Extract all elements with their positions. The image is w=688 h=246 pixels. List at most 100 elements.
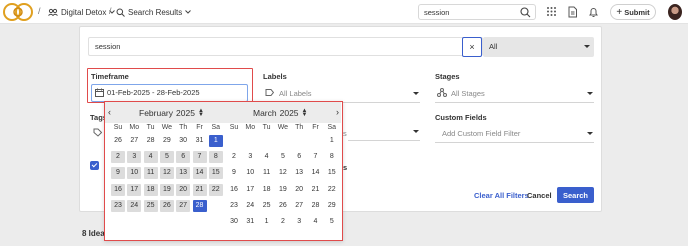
calendar-day[interactable]: 9 <box>111 167 125 180</box>
calendar-day[interactable]: 11 <box>143 167 158 180</box>
calendar-day[interactable]: 25 <box>260 200 274 212</box>
hidden-select[interactable] <box>348 122 420 141</box>
calendar-day[interactable]: 3 <box>127 151 142 164</box>
calendar-day[interactable]: 2 <box>111 151 125 164</box>
calendar-day[interactable]: 24 <box>127 199 142 212</box>
calendar-day[interactable]: 10 <box>243 167 257 179</box>
global-search-input[interactable]: session <box>418 4 536 20</box>
search-button[interactable]: Search <box>557 187 594 203</box>
calendar-day[interactable]: 21 <box>192 183 207 196</box>
calendar-day[interactable]: 7 <box>309 151 323 163</box>
calendar-day[interactable]: 15 <box>325 167 339 179</box>
calendar-day[interactable]: 14 <box>192 167 207 180</box>
calendar-day[interactable]: 2 <box>227 151 241 163</box>
calendar-day[interactable]: 5 <box>159 151 174 164</box>
option-checkbox[interactable] <box>90 161 99 170</box>
calendar-day[interactable]: 11 <box>260 167 274 179</box>
calendar-day[interactable]: 17 <box>127 183 142 196</box>
calendar-day[interactable]: 12 <box>276 167 290 179</box>
calendar-day[interactable]: 12 <box>159 167 174 180</box>
calendar-day[interactable]: 8 <box>325 151 339 163</box>
calendar-day[interactable]: 10 <box>127 167 142 180</box>
calendar-day[interactable]: 4 <box>260 151 274 163</box>
calendar-day[interactable]: 4 <box>309 216 323 228</box>
calendar-day[interactable]: 21 <box>309 184 323 196</box>
calendar-day[interactable]: 27 <box>127 135 141 147</box>
calendar-day[interactable]: 28 <box>309 200 323 212</box>
calendar-day[interactable]: 30 <box>176 135 190 147</box>
calendar-day[interactable]: 26 <box>111 135 125 147</box>
calendar-day[interactable]: 27 <box>176 199 191 212</box>
calendar-day[interactable]: 4 <box>143 151 158 164</box>
calendar-day[interactable]: 15 <box>208 167 223 180</box>
calendar-day[interactable]: 30 <box>227 216 241 228</box>
calendar-day[interactable]: 3 <box>292 216 306 228</box>
calendar-day[interactable]: 22 <box>325 184 339 196</box>
scope-select[interactable]: All <box>483 37 594 57</box>
caret-down-icon <box>413 130 419 133</box>
caret-down-icon <box>584 45 590 48</box>
calendar-day[interactable]: 6 <box>176 151 191 164</box>
query-input[interactable]: session <box>88 37 483 56</box>
calendar-day[interactable]: 31 <box>193 135 207 147</box>
calendar-day[interactable]: 18 <box>143 183 158 196</box>
calendar-day[interactable]: 24 <box>243 200 257 212</box>
breadcrumb-workspace[interactable]: Digital Detox <box>48 5 116 19</box>
calendar-day[interactable]: 19 <box>276 184 290 196</box>
apps-grid-icon[interactable] <box>546 6 557 17</box>
calendar-day[interactable]: 25 <box>143 199 158 212</box>
calendar-day[interactable]: 20 <box>176 183 191 196</box>
stages-select[interactable]: All Stages <box>435 84 594 103</box>
calendar-day[interactable]: 23 <box>111 199 125 212</box>
calendar-day[interactable]: 26 <box>276 200 290 212</box>
calendar-day[interactable]: 1 <box>325 135 339 147</box>
month-title-right[interactable]: March 2025 ▲ ▼ <box>253 108 308 118</box>
calendar-day[interactable]: 1 <box>208 135 223 147</box>
bell-icon[interactable] <box>588 6 599 18</box>
breadcrumb-page[interactable]: Search Results <box>116 5 192 19</box>
calendar-day[interactable]: 23 <box>227 200 241 212</box>
clear-query-button[interactable]: × <box>462 37 482 57</box>
calendar-day[interactable]: 26 <box>159 199 174 212</box>
calendar-day[interactable]: 31 <box>243 216 257 228</box>
month-title-left[interactable]: February 2025 ▲ ▼ <box>139 108 204 118</box>
timeframe-input[interactable]: 01-Feb-2025 - 28-Feb-2025 <box>91 84 248 102</box>
calendar-day[interactable]: 16 <box>111 183 125 196</box>
year-spinner-icon[interactable]: ▲ ▼ <box>302 108 308 118</box>
calendar-day[interactable]: 17 <box>243 184 257 196</box>
calendar-day[interactable]: 5 <box>325 216 339 228</box>
submit-button[interactable]: + Submit <box>610 4 656 20</box>
calendar-day[interactable]: 14 <box>309 167 323 179</box>
cancel-button[interactable]: Cancel <box>527 191 552 200</box>
calendar-day[interactable]: 13 <box>292 167 306 179</box>
calendar-day[interactable]: 1 <box>260 216 274 228</box>
calendar-day[interactable]: 29 <box>160 135 174 147</box>
prev-month-button[interactable]: ‹ <box>108 107 111 117</box>
next-month-button[interactable]: › <box>336 107 339 117</box>
app-logo[interactable] <box>2 2 34 22</box>
document-icon[interactable] <box>567 6 578 18</box>
clear-all-filters-link[interactable]: Clear All Filters <box>474 191 529 200</box>
year-spinner-icon[interactable]: ▲ ▼ <box>198 108 204 118</box>
hidden-field-text: s <box>343 129 347 138</box>
calendar-day[interactable]: 13 <box>176 167 191 180</box>
calendar-day[interactable]: 22 <box>208 183 223 196</box>
calendar-day[interactable]: 5 <box>276 151 290 163</box>
calendar-day[interactable]: 6 <box>292 151 306 163</box>
calendar-day[interactable]: 28 <box>192 199 207 212</box>
calendar-day[interactable]: 8 <box>208 151 223 164</box>
custom-fields-select[interactable]: Add Custom Field Filter <box>435 124 594 143</box>
calendar-day[interactable]: 9 <box>227 167 241 179</box>
calendar-day[interactable]: 3 <box>243 151 257 163</box>
avatar[interactable] <box>668 4 682 20</box>
calendar-day[interactable]: 7 <box>192 151 207 164</box>
calendar-day[interactable]: 20 <box>292 184 306 196</box>
calendar-day[interactable]: 27 <box>292 200 306 212</box>
calendar-day[interactable]: 19 <box>159 183 174 196</box>
calendar-day[interactable]: 18 <box>260 184 274 196</box>
calendar-day[interactable]: 2 <box>276 216 290 228</box>
search-icon[interactable] <box>520 7 531 18</box>
calendar-day[interactable]: 29 <box>325 200 339 212</box>
calendar-day[interactable]: 16 <box>227 184 241 196</box>
calendar-day[interactable]: 28 <box>144 135 158 147</box>
